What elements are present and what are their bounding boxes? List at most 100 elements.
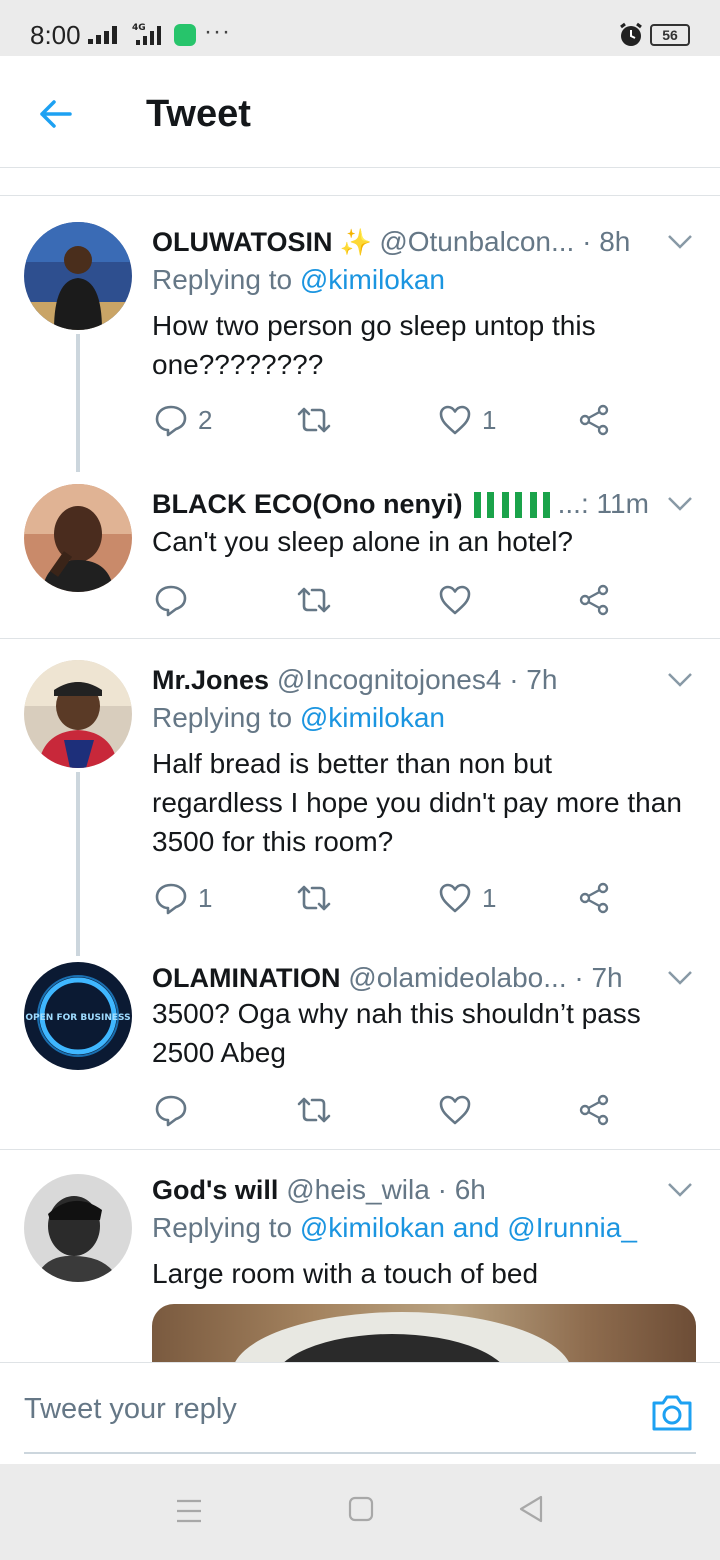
tweet-time: · 6h — [437, 1174, 486, 1205]
sparkles-emoji: ✨ — [332, 227, 380, 257]
author-handle[interactable]: @heis_wila — [286, 1174, 430, 1205]
mention-link[interactable]: @kimilokan — [300, 264, 445, 295]
tweet-header: OLUWATOSIN ✨ @Otunbalcon... · 8h — [152, 222, 662, 262]
divider — [0, 195, 720, 196]
author-handle[interactable]: ...: — [558, 488, 589, 519]
heart-icon — [439, 405, 471, 435]
divider — [0, 1149, 720, 1150]
like-button[interactable]: 1 — [438, 878, 496, 918]
more-notifications-icon: ··· — [204, 18, 231, 45]
chevron-down-icon[interactable] — [666, 1180, 694, 1200]
reply-button[interactable]: 1 — [154, 878, 212, 918]
reply-button[interactable]: 2 — [154, 400, 212, 440]
nigeria-flag-icon — [529, 492, 550, 518]
thread-line — [76, 334, 80, 472]
like-button[interactable]: 1 — [438, 400, 496, 440]
tweet-header: OLAMINATION @olamideolabo... · 7h — [152, 958, 662, 998]
like-button[interactable] — [438, 580, 472, 620]
share-icon — [579, 584, 609, 616]
retweet-button[interactable] — [296, 878, 332, 918]
home-icon[interactable] — [348, 1496, 374, 1522]
back-arrow-icon[interactable] — [34, 92, 78, 136]
tweet-text: Half bread is better than non but regard… — [152, 748, 682, 857]
replying-label: Replying to — [152, 702, 293, 733]
reply-input[interactable]: Tweet your reply — [24, 1393, 237, 1426]
like-count: 1 — [482, 404, 497, 435]
like-button[interactable] — [438, 1090, 472, 1130]
tweet-actions — [152, 1090, 622, 1130]
author-name[interactable]: Mr.Jones — [152, 665, 269, 695]
reply-composer: Tweet your reply — [0, 1362, 720, 1464]
tweet-item[interactable]: BLACK ECO(Ono nenyi) ...: 11m Can't you … — [0, 484, 720, 634]
tweet-image[interactable] — [152, 1304, 696, 1364]
chevron-down-icon[interactable] — [666, 494, 694, 514]
tweet-time: · 8h — [582, 226, 631, 257]
replying-label: Replying to — [152, 264, 293, 295]
author-handle[interactable]: @Incognitojones4 — [277, 664, 502, 695]
reply-icon — [155, 1095, 187, 1127]
share-button[interactable] — [578, 878, 610, 918]
tweet-header: Mr.Jones @Incognitojones4 · 7h — [152, 660, 662, 700]
share-button[interactable] — [578, 400, 610, 440]
replying-to: Replying to @kimilokan — [152, 698, 445, 738]
retweet-button[interactable] — [296, 580, 332, 620]
reply-button[interactable] — [154, 580, 188, 620]
thread-line — [76, 772, 80, 956]
avatar[interactable] — [24, 1174, 132, 1282]
tweet-header: God's will @heis_wila · 6h — [152, 1170, 662, 1210]
chevron-down-icon[interactable] — [666, 232, 694, 252]
author-handle[interactable]: @Otunbalcon... — [379, 226, 574, 257]
author-name[interactable]: God's will — [152, 1175, 278, 1205]
chevron-down-icon[interactable] — [666, 670, 694, 690]
avatar[interactable] — [24, 660, 132, 768]
status-time: 8:00 — [30, 20, 81, 50]
svg-text:4G: 4G — [132, 23, 146, 33]
back-triangle-icon[interactable] — [518, 1494, 544, 1524]
avatar[interactable]: OPEN FOR BUSINESS — [24, 962, 132, 1070]
nigeria-flag-icon — [474, 492, 495, 518]
author-name[interactable]: OLAMINATION — [152, 963, 340, 993]
share-icon — [579, 1094, 609, 1126]
tweet-text: Can't you sleep alone in an hotel? — [152, 526, 573, 557]
author-name[interactable]: OLUWATOSIN — [152, 227, 333, 257]
page-title: Tweet — [146, 93, 251, 135]
retweet-button[interactable] — [296, 400, 332, 440]
share-button[interactable] — [578, 1090, 610, 1130]
chevron-down-icon[interactable] — [666, 968, 694, 988]
tweet-item[interactable]: Mr.Jones @Incognitojones4 · 7h Replying … — [0, 660, 720, 956]
reply-icon — [155, 585, 187, 617]
author-handle[interactable]: @olamideolabo... — [348, 962, 566, 993]
alarm-icon — [620, 22, 642, 46]
menu-icon[interactable] — [176, 1498, 202, 1524]
nigeria-flag-icon — [502, 492, 523, 518]
avatar[interactable] — [24, 484, 132, 592]
replying-to: Replying to @kimilokan and @Irunnia_ — [152, 1208, 637, 1248]
reply-button[interactable] — [154, 1090, 188, 1130]
retweet-icon — [297, 407, 331, 433]
camera-icon[interactable] — [650, 1393, 694, 1433]
app-header: Tweet — [0, 56, 720, 168]
tweet-item[interactable]: OLUWATOSIN ✨ @Otunbalcon... · 8h Replyin… — [0, 222, 720, 472]
retweet-icon — [297, 587, 331, 613]
reply-icon — [155, 405, 187, 437]
tweet-actions: 2 1 — [152, 400, 622, 440]
heart-icon — [439, 883, 471, 913]
retweet-button[interactable] — [296, 1090, 332, 1130]
author-name[interactable]: BLACK ECO(Ono nenyi) — [152, 489, 463, 519]
reply-count: 1 — [198, 882, 213, 913]
share-icon — [579, 404, 609, 436]
share-icon — [579, 882, 609, 914]
tweet-text: How two person go sleep untop this one??… — [152, 310, 596, 380]
app-notification-icon — [174, 24, 196, 46]
input-underline — [24, 1452, 696, 1454]
tweet-item[interactable]: OPEN FOR BUSINESS OLAMINATION @olamideol… — [0, 958, 720, 1148]
share-button[interactable] — [578, 580, 610, 620]
reply-icon — [155, 883, 187, 915]
tweet-actions — [152, 580, 622, 620]
mention-link[interactable]: @kimilokan and @Irunnia_ — [300, 1212, 637, 1243]
reply-count: 2 — [198, 404, 213, 435]
avatar[interactable] — [24, 222, 132, 330]
mention-link[interactable]: @kimilokan — [300, 702, 445, 733]
tweet-time: · 7h — [574, 962, 623, 993]
avatar-neon-text: OPEN FOR BUSINESS — [25, 1013, 130, 1023]
